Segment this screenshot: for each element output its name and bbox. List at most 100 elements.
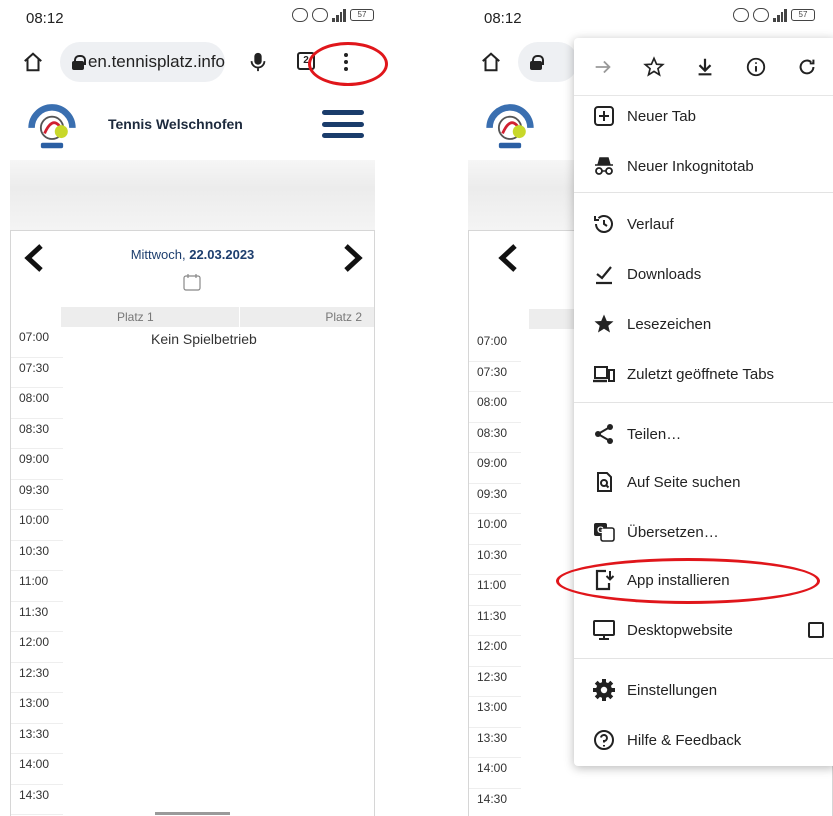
- time-slot: 11:00: [469, 575, 521, 606]
- vibrate-icon: [733, 8, 749, 22]
- no-play-message: Kein Spielbetrieb: [151, 331, 257, 347]
- menu-item-label: Hilfe & Feedback: [627, 731, 742, 749]
- court-header: Platz 1 Platz 2: [61, 307, 374, 327]
- time-column: 07:00 07:30 08:00 08:30 09:00 09:30 10:0…: [469, 331, 521, 816]
- time-column: 07:00 07:30 08:00 08:30 09:00 09:30 10:0…: [11, 327, 63, 815]
- club-logo: [486, 104, 534, 149]
- time-slot: 13:00: [11, 693, 63, 724]
- menu-item-label: Neuer Inkognitotab: [627, 157, 754, 175]
- status-icons: 57: [292, 8, 374, 22]
- time-slot: 11:30: [11, 602, 63, 632]
- translate-icon: G: [594, 523, 615, 542]
- settings-icon: [593, 679, 615, 701]
- menu-item-label: Lesezeichen: [627, 315, 712, 333]
- time-slot: 07:30: [469, 362, 521, 392]
- menu-item-incognito[interactable]: Neuer Inkognitotab: [574, 146, 833, 186]
- highlight-oval-menu: [308, 42, 388, 86]
- date-value: 22.03.2023: [189, 247, 255, 262]
- share-icon: [595, 424, 613, 444]
- microphone-icon[interactable]: [247, 50, 269, 74]
- menu-item-label: Desktopwebsite: [627, 621, 733, 639]
- menu-item-label: Teilen…: [627, 425, 682, 443]
- downloads-icon: [596, 266, 612, 285]
- site-header: Tennis Welschnofen: [10, 92, 375, 162]
- find-icon: [597, 472, 612, 492]
- menu-item-share[interactable]: Teilen…: [574, 414, 833, 454]
- incognito-icon: [595, 157, 613, 175]
- time-slot: 08:30: [469, 423, 521, 453]
- url-field[interactable]: [518, 42, 578, 82]
- hotspot-icon: [753, 8, 769, 22]
- menu-item-history[interactable]: Verlauf: [574, 204, 833, 244]
- home-icon[interactable]: [480, 51, 502, 73]
- menu-item-find-in-page[interactable]: Auf Seite suchen: [574, 462, 833, 502]
- status-icons: 57: [733, 8, 815, 22]
- info-icon[interactable]: [745, 56, 767, 78]
- status-bar: 08:12 57: [0, 0, 392, 34]
- desktop-site-checkbox[interactable]: [808, 622, 824, 638]
- help-icon: [594, 730, 614, 750]
- forward-icon[interactable]: [592, 56, 614, 78]
- time-slot: 14:00: [469, 758, 521, 789]
- recent-tabs-icon: [593, 366, 615, 383]
- star-icon[interactable]: [643, 55, 666, 78]
- time-slot: 09:30: [11, 480, 63, 510]
- left-screen: 08:12 57 en.tennisplatz.info 2 Tennis We…: [0, 0, 392, 816]
- time-slot: 10:00: [469, 514, 521, 545]
- time-slot: 12:00: [469, 636, 521, 667]
- scroll-indicator: [155, 812, 230, 815]
- chevron-left-icon[interactable]: [497, 243, 519, 273]
- court-2-label: Platz 2: [325, 310, 362, 324]
- signal-icon: [773, 8, 787, 22]
- hamburger-menu-icon[interactable]: [322, 110, 364, 138]
- time-slot: 11:00: [11, 571, 63, 602]
- time-slot: 13:00: [469, 697, 521, 728]
- menu-item-desktop-site[interactable]: Desktopwebsite: [574, 610, 833, 650]
- menu-item-label: Auf Seite suchen: [627, 473, 741, 491]
- status-time: 08:12: [26, 10, 64, 27]
- time-slot: 13:30: [11, 724, 63, 754]
- menu-item-label: Einstellungen: [627, 681, 718, 699]
- time-slot: 08:30: [11, 419, 63, 449]
- time-slot: 09:00: [469, 453, 521, 484]
- menu-item-bookmarks[interactable]: Lesezeichen: [574, 304, 833, 344]
- menu-item-label: Neuer Tab: [627, 107, 696, 125]
- svg-text:G: G: [597, 525, 604, 535]
- reload-icon[interactable]: [796, 56, 818, 78]
- time-slot: 13:30: [469, 728, 521, 758]
- time-slot: 14:30: [469, 789, 521, 816]
- status-time: 08:12: [484, 10, 522, 27]
- menu-item-new-tab[interactable]: Neuer Tab: [574, 96, 833, 136]
- menu-item-settings[interactable]: Einstellungen: [574, 670, 833, 710]
- battery-icon: 57: [791, 9, 815, 21]
- time-slot: 08:00: [11, 388, 63, 419]
- highlight-oval-install: [556, 558, 820, 604]
- url-text: en.tennisplatz.info: [87, 52, 225, 71]
- menu-item-help-feedback[interactable]: Hilfe & Feedback: [574, 720, 833, 760]
- time-slot: 07:00: [11, 327, 63, 358]
- menu-divider: [574, 658, 833, 659]
- menu-item-label: Downloads: [627, 265, 702, 283]
- menu-toolbar: [574, 38, 833, 96]
- download-icon[interactable]: [694, 56, 716, 78]
- bookmarks-icon: [594, 314, 614, 333]
- vibrate-icon: [292, 8, 308, 22]
- address-bar: en.tennisplatz.info 2: [0, 38, 392, 88]
- time-slot: 09:00: [11, 449, 63, 480]
- booking-panel: Mittwoch, 22.03.2023 Platz 1 Platz 2 07:…: [10, 230, 375, 816]
- menu-item-recent-tabs[interactable]: Zuletzt geöffnete Tabs: [574, 354, 833, 394]
- menu-item-label: Übersetzen…: [627, 523, 719, 541]
- time-slot: 14:30: [11, 785, 63, 815]
- lock-icon: [72, 55, 86, 70]
- menu-item-downloads[interactable]: Downloads: [574, 254, 833, 294]
- menu-item-translate[interactable]: G Übersetzen…: [574, 512, 833, 552]
- calendar-icon[interactable]: [183, 273, 201, 291]
- time-slot: 07:00: [469, 331, 521, 362]
- overflow-menu: Neuer Tab Neuer Inkognitotab Verlauf Dow…: [574, 38, 833, 766]
- time-slot: 12:30: [11, 663, 63, 693]
- url-field[interactable]: en.tennisplatz.info: [60, 42, 225, 82]
- time-slot: 12:00: [11, 632, 63, 663]
- battery-icon: 57: [350, 9, 374, 21]
- home-icon[interactable]: [22, 51, 44, 73]
- chevron-right-icon[interactable]: [342, 243, 364, 273]
